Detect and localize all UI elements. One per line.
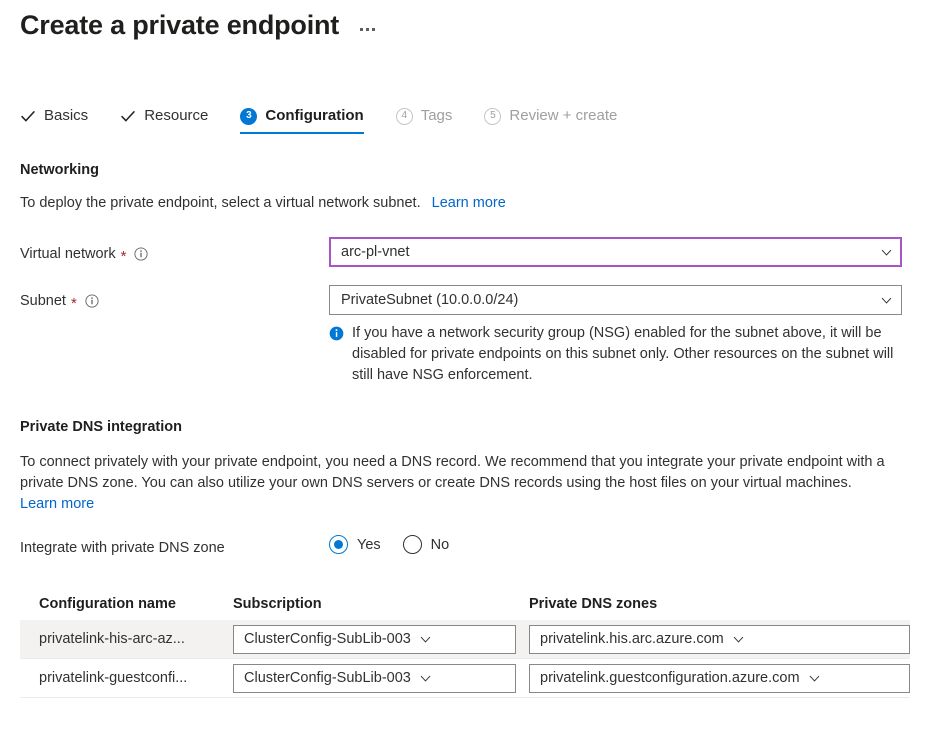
check-icon <box>121 110 136 122</box>
radio-circle-yes <box>329 535 348 554</box>
radio-option-yes[interactable]: Yes <box>329 535 381 554</box>
tab-label: Basics <box>44 107 89 124</box>
column-header-configuration-name: Configuration name <box>39 596 176 612</box>
page-title: Create a private endpoint <box>20 10 340 40</box>
tab-basics[interactable]: Basics <box>20 104 104 137</box>
integrate-dns-label-text: Integrate with private DNS zone <box>20 540 225 556</box>
table-header-row: Configuration name Subscription Private … <box>20 588 910 620</box>
cell-configuration-name: privatelink-guestconfi... <box>39 670 188 686</box>
radio-option-no[interactable]: No <box>402 535 450 554</box>
subnet-label-text: Subnet <box>20 293 66 309</box>
integrate-dns-radio-group: Yes No <box>329 535 449 554</box>
virtual-network-label: Virtual network * <box>20 244 149 265</box>
required-asterisk: * <box>70 294 77 312</box>
cell-private-dns-zone: privatelink.guestconfiguration.azure.com <box>529 663 910 693</box>
tab-label: Review + create <box>509 107 618 124</box>
private-dns-zone-value: privatelink.his.arc.azure.com <box>540 631 724 647</box>
private-dns-zone-dropdown[interactable]: privatelink.his.arc.azure.com <box>529 624 910 654</box>
tab-review-create[interactable]: 5 Review + create <box>484 104 633 137</box>
subnet-value: PrivateSubnet (10.0.0.0/24) <box>341 292 519 308</box>
virtual-network-label-text: Virtual network <box>20 246 116 262</box>
subscription-dropdown[interactable]: ClusterConfig-SubLib-003 <box>233 624 516 654</box>
info-icon[interactable] <box>85 294 99 308</box>
networking-heading: Networking <box>20 162 99 178</box>
cell-private-dns-zone: privatelink.his.arc.azure.com <box>529 624 910 654</box>
dns-learn-more-link[interactable]: Learn more <box>20 496 94 512</box>
subnet-dropdown[interactable]: PrivateSubnet (10.0.0.0/24) <box>329 285 902 315</box>
info-circle-icon <box>329 326 344 341</box>
dns-configuration-table: Configuration name Subscription Private … <box>20 588 910 698</box>
networking-description-text: To deploy the private endpoint, select a… <box>20 195 421 211</box>
step-number-badge: 3 <box>240 107 258 125</box>
info-icon[interactable] <box>134 247 149 261</box>
cell-subscription: ClusterConfig-SubLib-003 <box>233 663 529 693</box>
virtual-network-dropdown[interactable]: arc-pl-vnet <box>329 237 902 267</box>
cell-configuration-name: privatelink-his-arc-az... <box>39 631 185 647</box>
tab-configuration[interactable]: 3 Configuration <box>240 104 379 137</box>
step-number-badge: 4 <box>395 107 413 125</box>
tab-label: Configuration <box>265 107 364 124</box>
subscription-value: ClusterConfig-SubLib-003 <box>244 670 411 686</box>
column-header-private-dns-zones: Private DNS zones <box>529 596 658 612</box>
tab-label: Tags <box>420 107 453 124</box>
private-dns-zone-dropdown[interactable]: privatelink.guestconfiguration.azure.com <box>529 663 910 693</box>
dns-integration-heading: Private DNS integration <box>20 419 182 435</box>
chevron-down-icon <box>809 675 819 682</box>
chevron-down-icon <box>733 636 744 643</box>
subscription-dropdown[interactable]: ClusterConfig-SubLib-003 <box>233 663 516 693</box>
private-dns-zone-value: privatelink.guestconfiguration.azure.com <box>540 670 800 686</box>
integrate-dns-label: Integrate with private DNS zone <box>20 538 225 558</box>
check-icon <box>21 110 35 122</box>
nsg-info-text: If you have a network security group (NS… <box>352 325 894 383</box>
networking-description: To deploy the private endpoint, select a… <box>20 193 506 214</box>
column-header-subscription: Subscription <box>233 596 322 612</box>
networking-learn-more-link[interactable]: Learn more <box>432 195 506 211</box>
dns-integration-description-text: To connect privately with your private e… <box>20 454 885 491</box>
step-number-badge: 5 <box>484 107 502 125</box>
page-header: Create a private endpoint <box>20 8 378 42</box>
dns-integration-description: To connect privately with your private e… <box>20 452 888 515</box>
ellipsis-dot-icon <box>366 27 370 31</box>
cell-subscription: ClusterConfig-SubLib-003 <box>233 624 529 654</box>
table-row: privatelink-guestconfi... ClusterConfig-… <box>20 659 910 698</box>
chevron-down-icon <box>420 636 431 643</box>
nsg-info-callout: If you have a network security group (NS… <box>329 323 909 386</box>
radio-circle-no <box>402 535 422 554</box>
radio-label-no: No <box>430 536 450 553</box>
wizard-tabs: Basics Resource 3 Configuration 4 Tags 5… <box>20 104 649 137</box>
chevron-down-icon <box>420 675 431 682</box>
virtual-network-value: arc-pl-vnet <box>341 244 410 260</box>
chevron-down-icon <box>881 249 892 256</box>
required-asterisk: * <box>120 247 127 265</box>
ellipsis-dot-icon <box>360 27 364 31</box>
tab-label: Resource <box>144 107 209 124</box>
tab-tags[interactable]: 4 Tags <box>395 104 469 137</box>
ellipsis-dot-icon <box>372 27 376 31</box>
chevron-down-icon <box>881 297 892 304</box>
subnet-label: Subnet * <box>20 291 99 311</box>
subscription-value: ClusterConfig-SubLib-003 <box>244 631 411 647</box>
table-row: privatelink-his-arc-az... ClusterConfig-… <box>20 620 910 659</box>
tab-resource[interactable]: Resource <box>120 104 224 137</box>
radio-label-yes: Yes <box>357 536 381 553</box>
more-options-button[interactable] <box>357 22 378 37</box>
